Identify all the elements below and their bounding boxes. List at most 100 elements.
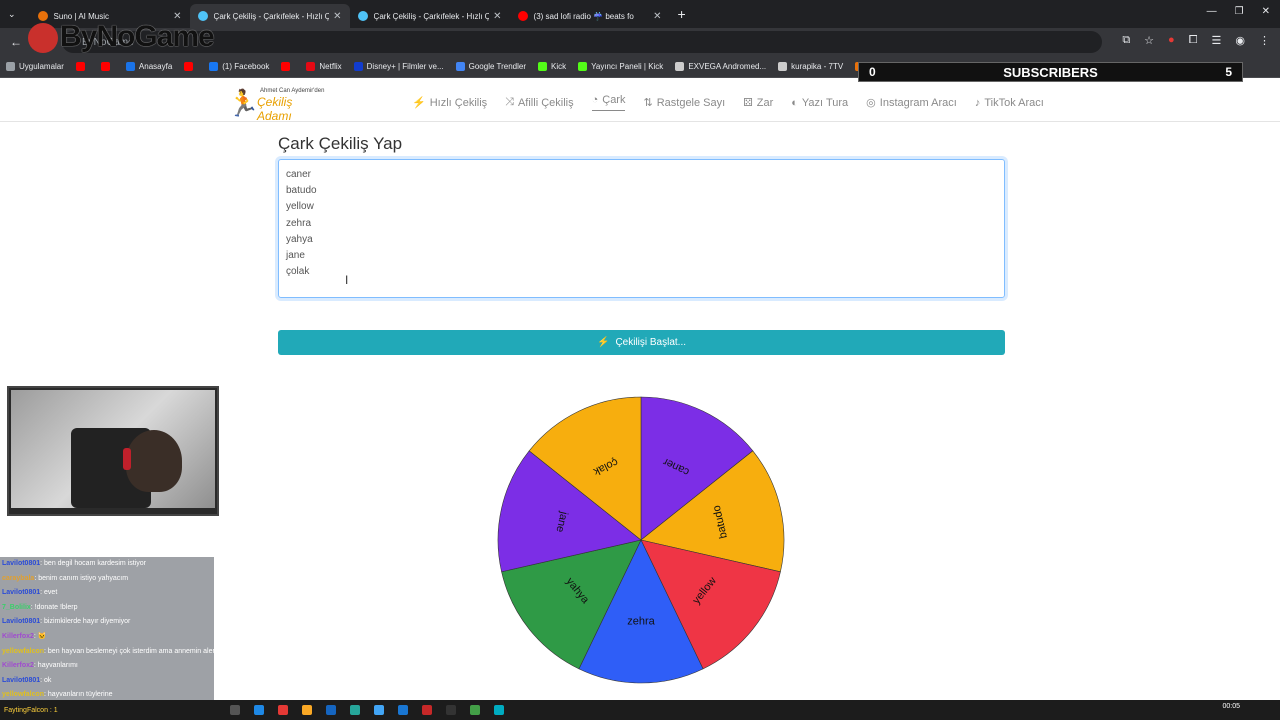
bookmark-item[interactable]: Yayıncı Paneli | Kick (578, 62, 663, 71)
nav-label: Instagram Aracı (879, 96, 957, 109)
bookmark-icon (675, 62, 685, 71)
tab-close-icon[interactable]: ✕ (493, 11, 501, 22)
taskbar-clock: 00:05 (1222, 703, 1240, 710)
maximize-icon[interactable]: ❐ (1235, 6, 1244, 17)
browser-tab[interactable]: (3) sad lofi radio ☔ beats fo ✕ (510, 4, 670, 28)
wheel-segment-label: zehra (627, 615, 655, 627)
bookmark-item[interactable]: (1) Facebook (209, 62, 269, 71)
bookmark-item[interactable]: Kick (538, 62, 566, 71)
bookmark-item[interactable]: Anasayfa (125, 62, 173, 71)
new-tab-button[interactable]: + (678, 6, 686, 22)
chat-text: : ben hayvan beslemeyi çok isterdim ama … (44, 647, 214, 655)
nav-link[interactable]: ◔ Çark (591, 94, 626, 111)
bookmark-label: Yayıncı Paneli | Kick (591, 62, 664, 71)
bookmark-label: (1) Facebook (222, 62, 270, 71)
name-entry: yahya (286, 233, 313, 245)
tab-close-icon[interactable]: ✕ (653, 11, 661, 22)
nav-link[interactable]: ⚡ Hızlı Çekiliş (412, 94, 487, 111)
bookmark-label: kurapika - 7TV (791, 62, 844, 71)
app-red-icon[interactable] (422, 705, 432, 715)
webcam-image (11, 390, 215, 508)
names-textarea[interactable]: caner batudo yellow zehra yahya jane çolak (278, 159, 1005, 298)
app-blue2-icon[interactable] (398, 705, 408, 715)
app-teal-icon[interactable] (350, 705, 360, 715)
nav-label: Zar (756, 96, 774, 109)
back-arrow-icon[interactable]: ← (10, 35, 22, 49)
stream-chat: Lavilot0801 : ben degil hocam kardesim is… (0, 557, 214, 707)
chat-message: caraybala: benim canım istiyo yahyacım (0, 572, 214, 587)
start-draw-button[interactable]: ⚡ Çekilişi Başlat... (278, 330, 1005, 355)
bookmark-item[interactable]: kurapika - 7TV (778, 62, 843, 71)
app-green-icon[interactable] (470, 705, 480, 715)
start-icon[interactable] (230, 705, 240, 715)
url-input[interactable]: ByNoGame (62, 31, 1102, 53)
bookmark-label: Anasayfa (138, 62, 173, 71)
install-icon[interactable]: ⧉ (1122, 34, 1130, 47)
nav-link[interactable]: ⚄ Zar (743, 94, 773, 111)
tab-label: Çark Çekiliş - Çarkıfelek - Hızlı Ç (213, 11, 330, 21)
nav-icon: ⚄ (743, 97, 753, 109)
webcam-feed (7, 386, 219, 516)
tab-close-icon[interactable]: ✕ (333, 11, 341, 22)
start-draw-label: Çekilişi Başlat... (615, 337, 687, 348)
tab-favicon-icon (357, 11, 368, 21)
bookmark-label: Uygulamalar (19, 62, 64, 71)
playlist-icon[interactable]: ☰ (1212, 34, 1222, 47)
nav-icon: ⇅ (643, 97, 653, 109)
app-folder-icon[interactable] (302, 705, 312, 715)
chat-text: : benim canım istiyo yahyacım (34, 574, 129, 582)
bookmark-item[interactable]: Netflix (306, 62, 342, 71)
nav-link[interactable]: ♪ TikTok Aracı (975, 94, 1044, 111)
chat-message: Lavilot0801: ok (0, 674, 214, 689)
nav-link[interactable]: ⇅ Rastgele Sayı (643, 94, 725, 111)
chat-username: Lavilot0801 (2, 618, 41, 626)
chat-text: : ben degil hocam kardesim istiyor (40, 560, 146, 567)
minimize-icon[interactable]: — (1207, 6, 1217, 17)
site-logo[interactable]: 🏃 Ahmet Can Aydemir'den Çekiliş Adamı (225, 86, 325, 123)
bookmark-item[interactable]: Disney+ | Filmler ve... (353, 62, 444, 71)
bookmark-item[interactable] (75, 62, 89, 71)
star-icon[interactable]: ☆ (1144, 34, 1154, 47)
bookmark-icon (778, 62, 788, 71)
site-navbar: 🏃 Ahmet Can Aydemir'den Çekiliş Adamı ⚡ H… (0, 82, 1280, 123)
bookmark-item[interactable] (100, 62, 114, 71)
bookmark-icon (578, 62, 588, 71)
nav-icon: ◐ (791, 96, 798, 109)
app-cyan-icon[interactable] (494, 705, 504, 715)
bookmark-icon (125, 62, 135, 71)
app-sky-icon[interactable] (374, 705, 384, 715)
name-entry: batudo (286, 185, 317, 197)
name-entry: zehra (286, 217, 312, 229)
app-blue-icon[interactable] (326, 705, 336, 715)
close-window-icon[interactable]: ✕ (1262, 6, 1270, 17)
extensions-icon[interactable]: ⧠ (1189, 34, 1198, 47)
nav-link[interactable]: ⤨ Afilli Çekiliş (505, 94, 573, 111)
bookmark-item[interactable]: Uygulamalar (6, 62, 64, 71)
bookmark-item[interactable] (281, 62, 294, 71)
extension-red-icon[interactable]: ● (1168, 34, 1175, 47)
prize-wheel[interactable]: canerbatudoyellowzehrayahyajaneçolak (496, 395, 786, 685)
nav-icon: ⚡ (412, 97, 426, 109)
chat-text: : evet (40, 589, 58, 597)
chat-message: Lavilot0801: bizimkilerde hayır diyemiyo… (0, 615, 214, 630)
nav-link[interactable]: ◐ Yazı Tura (791, 94, 848, 111)
app-youtube-icon[interactable] (278, 705, 288, 715)
app-edge-icon[interactable] (254, 705, 264, 715)
tab-search-icon[interactable]: ⌄ (8, 9, 16, 20)
bookmark-item[interactable]: EXVEGA Andromed... (675, 62, 766, 71)
bookmark-label: EXVEGA Andromed... (688, 62, 767, 71)
browser-tab[interactable]: Çark Çekiliş - Çarkıfelek - Hızlı Ç ✕ (350, 4, 510, 28)
bookmark-item[interactable] (184, 62, 197, 71)
nav-label: Rastgele Sayı (656, 96, 726, 109)
bookmark-item[interactable]: Google Trendler (455, 62, 526, 71)
menu-icon[interactable]: ⋮ (1259, 34, 1270, 47)
app-dark-icon[interactable] (446, 705, 456, 715)
profile-avatar-icon[interactable]: ◉ (1235, 34, 1245, 47)
chat-message: Lavilot0801: evet (0, 586, 214, 601)
site-logo-subtitle: Ahmet Can Aydemir'den (260, 88, 325, 94)
bookmark-label: Google Trendler (468, 62, 526, 71)
nav-link[interactable]: ◎ Instagram Aracı (866, 94, 957, 111)
chat-text: : hayvanlarımı (33, 662, 78, 670)
tab-label: Çark Çekiliş - Çarkıfelek - Hızlı Ç (373, 11, 490, 21)
chat-message: yellowfalcon: ben hayvan beslemeyi çok i… (0, 645, 214, 660)
